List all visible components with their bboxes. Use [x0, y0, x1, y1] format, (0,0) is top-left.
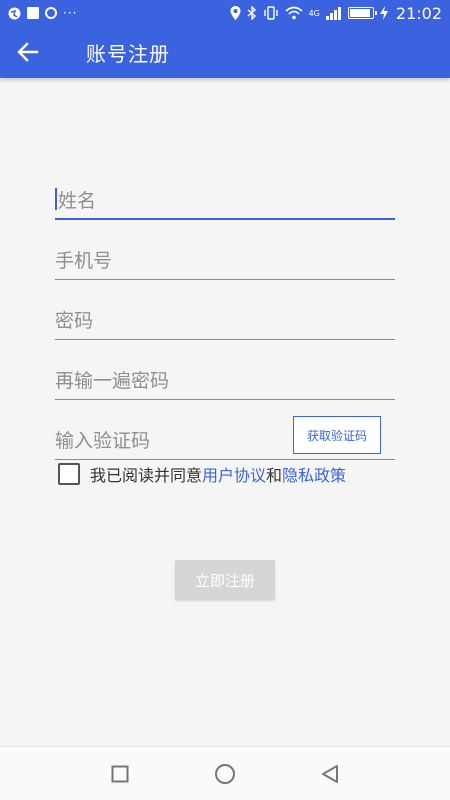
confirm-password-placeholder: 再输一遍密码	[55, 370, 170, 392]
app-bar: 账号注册	[0, 26, 450, 78]
triangle-back-icon	[322, 764, 338, 783]
name-placeholder: 姓名	[58, 189, 97, 212]
browser-icon	[8, 7, 21, 19]
name-input[interactable]: 姓名	[55, 180, 395, 220]
verification-code-field[interactable]: 输入验证码 获取验证码	[55, 400, 395, 460]
get-code-button[interactable]: 获取验证码	[293, 416, 381, 454]
circle-icon	[215, 763, 235, 784]
phone-field[interactable]: 手机号	[55, 220, 395, 280]
arrow-left-icon	[17, 42, 39, 62]
charging-icon	[379, 6, 388, 20]
back-button[interactable]	[0, 26, 56, 78]
square-icon	[111, 765, 129, 782]
status-bar: ··· 4G 21:02	[0, 0, 450, 26]
password-input[interactable]: 密码	[55, 300, 395, 340]
vibrate-icon	[263, 6, 278, 20]
agreement-prefix: 我已阅读并同意	[90, 466, 203, 485]
confirm-password-field[interactable]: 再输一遍密码	[55, 340, 395, 400]
location-icon	[230, 6, 241, 20]
wifi-icon	[285, 6, 303, 20]
privacy-policy-link[interactable]: 隐私政策	[282, 462, 346, 486]
agreement-row: 我已阅读并同意 用户协议和隐私政策	[58, 462, 346, 486]
name-field[interactable]: 姓名	[55, 160, 395, 220]
phone-placeholder: 手机号	[55, 250, 113, 272]
notification-square-icon	[27, 7, 39, 19]
signal-icon	[325, 6, 341, 20]
page-title: 账号注册	[86, 41, 170, 66]
password-placeholder: 密码	[55, 310, 94, 332]
agreement-and: 和	[266, 466, 283, 485]
notification-circle-icon	[45, 7, 57, 19]
verification-code-placeholder: 输入验证码	[55, 430, 151, 452]
password-field[interactable]: 密码	[55, 280, 395, 340]
text-cursor	[55, 188, 57, 210]
bluetooth-icon	[247, 6, 256, 20]
phone-input[interactable]: 手机号	[55, 240, 395, 280]
user-agreement-link[interactable]: 用户协议	[202, 462, 266, 486]
register-form: 姓名 手机号 密码 再输一遍密码 输入验证码 获取验证码	[55, 160, 395, 460]
agreement-checkbox[interactable]	[58, 463, 80, 485]
recents-button[interactable]	[68, 747, 173, 800]
battery-icon	[347, 7, 377, 19]
home-button[interactable]	[173, 747, 278, 800]
more-notifications-indicator: ···	[63, 6, 78, 20]
network-type-label: 4G	[308, 8, 320, 18]
register-button[interactable]: 立即注册	[175, 560, 275, 600]
confirm-password-input[interactable]: 再输一遍密码	[55, 360, 395, 400]
back-nav-button[interactable]	[278, 747, 383, 800]
system-nav-bar	[0, 746, 450, 800]
clock: 21:02	[395, 3, 442, 23]
